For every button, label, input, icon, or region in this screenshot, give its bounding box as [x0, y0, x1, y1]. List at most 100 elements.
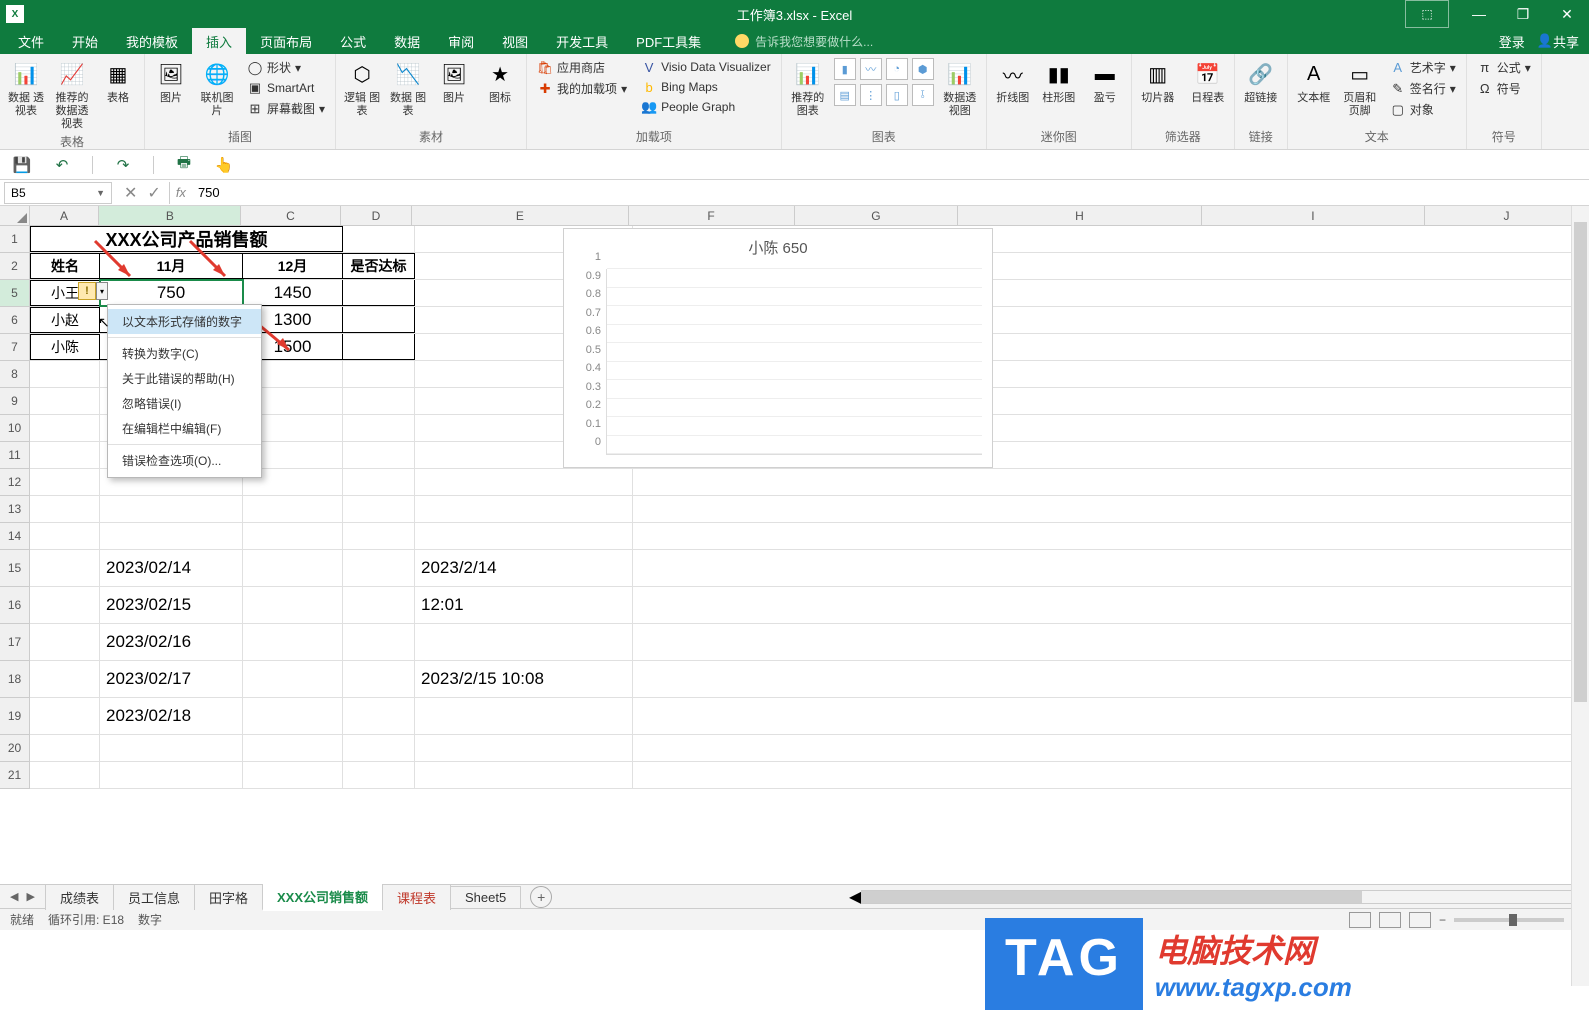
online-pictures-button[interactable]: 🌐联机图片 — [197, 58, 237, 118]
fx-icon[interactable]: fx — [176, 185, 186, 200]
column-chart-icon[interactable]: ▮ — [834, 58, 856, 80]
sparkline-winloss-button[interactable]: ▬盈亏 — [1085, 58, 1125, 105]
textbox-button[interactable]: A文本框 — [1294, 58, 1334, 105]
row-header-19[interactable]: 19 — [0, 698, 30, 735]
store-button[interactable]: 🛍应用商店 — [533, 58, 631, 77]
tab-view[interactable]: 视图 — [488, 28, 542, 54]
error-indicator-icon[interactable]: ! — [78, 282, 96, 300]
cell-C5[interactable]: 1450 — [243, 280, 343, 306]
row-header-13[interactable]: 13 — [0, 496, 30, 523]
share-button[interactable]: 👤 共享 — [1537, 32, 1579, 51]
col-header-E[interactable]: E — [412, 206, 629, 225]
touch-mode-button[interactable]: 👆 — [214, 155, 234, 175]
col-header-J[interactable]: J — [1425, 206, 1589, 225]
embedded-chart[interactable]: 小陈 650 0 0.1 0.2 0.3 0.4 0.5 0.6 0.7 0.8… — [563, 228, 993, 468]
sheet-nav-prev[interactable]: ◀ — [10, 890, 18, 903]
tab-formulas[interactable]: 公式 — [326, 28, 380, 54]
col-header-C[interactable]: C — [241, 206, 340, 225]
sheet-tab[interactable]: 成绩表 — [45, 884, 114, 910]
save-button[interactable]: 💾 — [12, 155, 32, 175]
ribbon-display-options-button[interactable]: ⬚ — [1405, 0, 1449, 28]
sheet-tab[interactable]: 员工信息 — [113, 884, 195, 910]
data-chart-button[interactable]: 📉数据 图表 — [388, 58, 428, 118]
map-chart-icon[interactable]: ⬢ — [912, 58, 934, 80]
col-header-D[interactable]: D — [341, 206, 413, 225]
vertical-scrollbar[interactable] — [1571, 206, 1589, 986]
ctx-error-help[interactable]: 关于此错误的帮助(H) — [108, 366, 261, 391]
ctx-error-options[interactable]: 错误检查选项(O)... — [108, 448, 261, 473]
name-box[interactable]: B5 ▼ — [4, 182, 112, 204]
chevron-down-icon[interactable]: ▼ — [96, 188, 105, 198]
row-header-15[interactable]: 15 — [0, 550, 30, 587]
select-all-button[interactable] — [0, 206, 30, 225]
cell-B16[interactable]: 2023/02/15 — [100, 587, 243, 623]
cell[interactable] — [30, 587, 100, 623]
cell-header-name[interactable]: 姓名 — [30, 253, 100, 279]
visio-button[interactable]: VVisio Data Visualizer — [637, 58, 775, 76]
recommended-charts-button[interactable]: 📊推荐的 图表 — [788, 58, 828, 118]
slicer-button[interactable]: ▥切片器 — [1138, 58, 1178, 105]
minimize-button[interactable]: — — [1457, 0, 1501, 28]
tab-insert[interactable]: 插入 — [192, 28, 246, 54]
confirm-entry-button[interactable]: ✓ — [147, 183, 160, 203]
cell-B15[interactable]: 2023/02/14 — [100, 550, 243, 586]
row-header-17[interactable]: 17 — [0, 624, 30, 661]
formula-input[interactable] — [192, 182, 1589, 204]
row-header-9[interactable]: 9 — [0, 388, 30, 415]
hyperlink-button[interactable]: 🔗超链接 — [1241, 58, 1281, 105]
cell-A6[interactable]: 小赵 — [30, 307, 100, 333]
pivottable-button[interactable]: 📊数据 透视表 — [6, 58, 46, 118]
close-button[interactable]: ✕ — [1545, 0, 1589, 28]
tell-me-search[interactable]: 告诉我您想要做什么... — [735, 28, 873, 54]
pivot-chart-button[interactable]: 📊数据透视图 — [940, 58, 980, 118]
cell-E18[interactable]: 2023/2/15 10:08 — [415, 661, 633, 697]
cell[interactable] — [343, 226, 415, 252]
row-header-6[interactable]: 6 — [0, 307, 30, 334]
cell-E16[interactable]: 12:01 — [415, 587, 633, 623]
col-header-F[interactable]: F — [629, 206, 795, 225]
symbol-button[interactable]: Ω符号 — [1473, 79, 1535, 98]
material-icon-button[interactable]: ★图标 — [480, 58, 520, 105]
horizontal-scrollbar[interactable]: ◀▶ — [849, 889, 1589, 905]
row-header-18[interactable]: 18 — [0, 661, 30, 698]
logic-chart-button[interactable]: ⬡逻辑 图表 — [342, 58, 382, 118]
tab-home[interactable]: 开始 — [58, 28, 112, 54]
cell[interactable] — [30, 550, 100, 586]
smartart-button[interactable]: ▣SmartArt — [243, 79, 329, 97]
cell-header-nov[interactable]: 11月 — [100, 253, 243, 279]
equation-button[interactable]: π公式 ▾ — [1473, 58, 1535, 77]
cell-header-pass[interactable]: 是否达标 — [343, 253, 415, 279]
hierarchy-chart-icon[interactable]: ▤ — [834, 84, 856, 106]
undo-button[interactable]: ↶ — [52, 155, 72, 175]
col-header-B[interactable]: B — [99, 206, 241, 225]
signature-button[interactable]: ✎签名行 ▾ — [1386, 79, 1460, 98]
row-header-11[interactable]: 11 — [0, 442, 30, 469]
new-sheet-button[interactable]: + — [530, 886, 552, 908]
cell-D7[interactable] — [343, 334, 415, 360]
sparkline-line-button[interactable]: 〰折线图 — [993, 58, 1033, 105]
row-header-14[interactable]: 14 — [0, 523, 30, 550]
row-header-10[interactable]: 10 — [0, 415, 30, 442]
row-header-12[interactable]: 12 — [0, 469, 30, 496]
chart-gallery[interactable]: ▮〰◔⬢ ▤⋮▯⫱ — [834, 58, 934, 106]
tab-developer[interactable]: 开发工具 — [542, 28, 622, 54]
cell-E15[interactable]: 2023/2/14 — [415, 550, 633, 586]
combo-chart-icon[interactable]: ⫱ — [912, 84, 934, 106]
cancel-entry-button[interactable]: ✕ — [124, 183, 137, 203]
object-button[interactable]: ▢对象 — [1386, 100, 1460, 119]
row-header-1[interactable]: 1 — [0, 226, 30, 253]
error-dropdown-button[interactable]: ▾ — [96, 282, 108, 300]
line-chart-icon[interactable]: 〰 — [860, 58, 882, 80]
table-button[interactable]: ▦表格 — [98, 58, 138, 105]
row-header-8[interactable]: 8 — [0, 361, 30, 388]
tab-file[interactable]: 文件 — [4, 28, 58, 54]
col-header-I[interactable]: I — [1202, 206, 1425, 225]
cell-D6[interactable] — [343, 307, 415, 333]
col-header-G[interactable]: G — [795, 206, 959, 225]
pictures-button[interactable]: 🖼图片 — [151, 58, 191, 105]
timeline-button[interactable]: 📅日程表 — [1188, 58, 1228, 105]
shapes-button[interactable]: ◯形状 ▾ — [243, 58, 329, 77]
scatter-chart-icon[interactable]: ⋮ — [860, 84, 882, 106]
cell-header-dec[interactable]: 12月 — [243, 253, 343, 279]
sheet-tab[interactable]: Sheet5 — [450, 886, 521, 908]
